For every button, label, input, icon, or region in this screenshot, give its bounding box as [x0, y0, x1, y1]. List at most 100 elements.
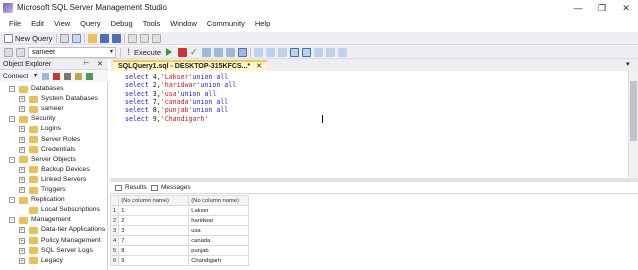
chevron-down-icon[interactable]: ▾ — [34, 72, 37, 79]
decrease-indent-icon[interactable] — [314, 48, 323, 57]
copy-icon[interactable] — [140, 34, 149, 43]
available-databases-select[interactable]: sameer ▾ — [28, 47, 116, 58]
tree-node[interactable]: − Server Objects — [6, 155, 108, 165]
row-number-cell[interactable]: 3 — [109, 225, 120, 236]
table-cell[interactable]: punjab — [188, 245, 250, 256]
table-row[interactable]: 6 9 Chandigarh — [109, 255, 250, 266]
expand-icon[interactable]: + — [19, 237, 25, 244]
tree-node[interactable]: + Backup Devices — [16, 165, 108, 175]
expand-icon[interactable]: + — [19, 126, 25, 133]
table-cell[interactable]: 8 — [118, 245, 190, 256]
results-grid[interactable]: (No column name) (No column name) 1 1 Laks… — [109, 195, 638, 270]
tree-node[interactable]: + Linked Servers — [16, 175, 108, 185]
collapse-icon[interactable]: − — [9, 86, 15, 92]
include-plan-icon[interactable] — [238, 48, 247, 57]
tab-overflow-chevron-icon[interactable]: ▾ — [626, 60, 630, 68]
table-cell[interactable]: 7 — [118, 235, 190, 246]
row-number-cell[interactable]: 2 — [109, 215, 120, 226]
menu-view[interactable]: View — [49, 18, 75, 30]
tab-sqlquery1[interactable]: SQLQuery1.sql - DESKTOP-315KFCS...* ✕ — [113, 60, 267, 71]
tree-node[interactable]: + SQL Server Logs — [16, 246, 108, 256]
expand-icon[interactable]: + — [19, 166, 25, 173]
tree-node[interactable]: − Management — [6, 215, 108, 225]
close-button[interactable]: ✕ — [614, 0, 638, 17]
row-number-cell[interactable]: 4 — [109, 235, 120, 246]
tree-node[interactable]: + Triggers — [16, 185, 108, 195]
cancel-query-icon[interactable] — [178, 48, 187, 57]
menu-file[interactable]: File — [4, 18, 26, 30]
table-cell[interactable]: 1 — [118, 205, 190, 216]
tree-node[interactable]: − Security — [6, 114, 108, 124]
restore-button[interactable]: ❐ — [590, 0, 614, 17]
expand-icon[interactable]: + — [19, 136, 25, 143]
debug-play-icon[interactable] — [166, 48, 172, 56]
collapse-icon[interactable]: − — [9, 217, 15, 224]
table-cell[interactable]: canada — [188, 235, 250, 246]
results-to-text-icon[interactable] — [254, 48, 263, 57]
save-all-icon[interactable] — [112, 34, 121, 43]
display-plan-icon[interactable] — [202, 48, 211, 57]
pin-icon[interactable]: ⊢ — [84, 60, 89, 67]
menu-edit[interactable]: Edit — [26, 18, 49, 30]
query-options-icon[interactable] — [214, 48, 223, 57]
save-icon[interactable] — [100, 34, 109, 43]
menu-window[interactable]: Window — [165, 18, 202, 30]
table-row[interactable]: 2 2 haridwar — [109, 215, 250, 226]
expand-icon[interactable]: + — [19, 146, 25, 153]
tree-node[interactable]: + sameer — [16, 104, 108, 114]
menu-community[interactable]: Community — [202, 18, 250, 30]
minimize-button[interactable]: — — [566, 0, 590, 17]
expand-icon[interactable]: + — [19, 96, 25, 103]
tree-node[interactable]: + System Databases — [16, 94, 108, 104]
open-file-icon[interactable] — [88, 34, 97, 43]
tree-node[interactable]: Local Subscriptions — [16, 205, 108, 215]
row-number-cell[interactable]: 1 — [109, 205, 120, 216]
tree-node[interactable]: − Replication — [6, 195, 108, 205]
menu-help[interactable]: Help — [250, 18, 275, 30]
collapse-icon[interactable]: − — [9, 116, 15, 123]
row-number-cell[interactable]: 6 — [109, 255, 120, 266]
menu-query[interactable]: Query — [75, 18, 105, 30]
column-header[interactable]: (No column name) — [118, 195, 190, 206]
table-cell[interactable]: 3 — [118, 225, 190, 236]
collapse-icon[interactable]: − — [9, 197, 15, 204]
new-query-button[interactable]: New Query — [15, 34, 53, 43]
intellisense-icon[interactable] — [226, 48, 235, 57]
uncomment-icon[interactable] — [302, 48, 311, 57]
disconnect-icon[interactable] — [53, 73, 60, 80]
menu-tools[interactable]: Tools — [138, 18, 166, 30]
table-cell[interactable]: 9 — [118, 255, 190, 266]
expand-icon[interactable]: + — [19, 257, 25, 264]
tree-node[interactable]: − Databases — [6, 84, 108, 94]
table-row[interactable]: 1 1 Lakser — [109, 205, 250, 216]
tree-node[interactable]: + Server Roles — [16, 135, 108, 145]
parse-checkmark-icon[interactable]: ✓ — [190, 48, 199, 57]
column-header[interactable]: (No column name) — [188, 195, 250, 206]
object-explorer-icon[interactable] — [4, 48, 13, 57]
tree-node[interactable]: + Legacy — [16, 256, 108, 266]
tree-node[interactable]: + Policy Management — [16, 236, 108, 246]
expand-icon[interactable]: + — [19, 187, 25, 193]
filter-icon[interactable] — [75, 73, 82, 80]
table-cell[interactable]: 2 — [118, 215, 190, 226]
results-to-file-icon[interactable] — [278, 48, 287, 57]
connect-object-explorer-icon[interactable] — [42, 73, 49, 80]
query-editor[interactable]: select 4,'Lakser'union all select 2,'hari… — [110, 71, 628, 178]
tab-results[interactable]: Results — [114, 183, 147, 193]
comment-icon[interactable] — [290, 48, 299, 57]
menu-debug[interactable]: Debug — [106, 18, 138, 30]
editor-vertical-scrollbar[interactable] — [628, 71, 638, 178]
table-row[interactable]: 5 8 punjab — [109, 245, 250, 256]
tab-close-icon[interactable]: ✕ — [256, 63, 262, 70]
expand-icon[interactable]: + — [19, 227, 25, 234]
tree-node[interactable]: + Data-tier Applications — [16, 225, 108, 235]
table-row[interactable]: 3 3 usa — [109, 225, 250, 236]
paste-icon[interactable] — [152, 34, 161, 43]
connect-button[interactable]: Connect — [3, 73, 28, 80]
expand-icon[interactable]: + — [19, 247, 25, 254]
new-file-icon[interactable] — [72, 34, 81, 43]
table-cell[interactable]: Chandigarh — [188, 255, 250, 266]
collapse-icon[interactable]: − — [9, 156, 15, 163]
expand-icon[interactable]: + — [19, 176, 25, 183]
stop-icon[interactable] — [64, 73, 71, 80]
